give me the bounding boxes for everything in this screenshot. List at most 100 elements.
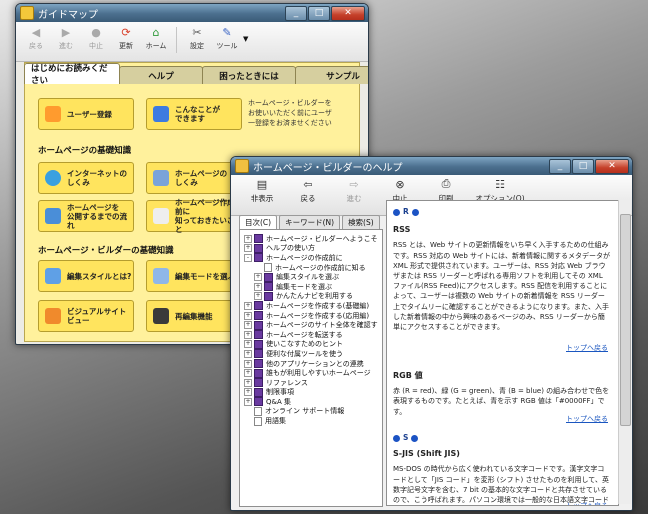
- expand-icon[interactable]: +: [244, 321, 252, 330]
- help-forward-button[interactable]: ⇨ 進む: [335, 177, 373, 215]
- tree-item[interactable]: + ホームページを作成する(応用編): [240, 311, 382, 321]
- tree-item-label: ホームページのサイト全体を確認す: [266, 321, 378, 330]
- minimize-button[interactable]: _: [285, 5, 307, 21]
- guide-map-titlebar[interactable]: ガイドマップ _ □ ✕: [16, 4, 368, 22]
- tools-button[interactable]: ✎ ツール: [213, 25, 241, 51]
- tab-contents[interactable]: 目次(C): [239, 215, 278, 229]
- tree-item[interactable]: + 制限事項: [240, 387, 382, 398]
- settings-button[interactable]: ✂ 設定: [183, 25, 211, 51]
- expand-icon[interactable]: +: [244, 340, 252, 349]
- expand-icon[interactable]: +: [244, 234, 252, 243]
- expand-icon[interactable]: +: [244, 330, 252, 339]
- help-close-button[interactable]: ✕: [595, 158, 629, 174]
- expand-icon[interactable]: +: [254, 292, 262, 301]
- back-to-top-link[interactable]: トップへ戻る: [566, 501, 608, 505]
- scrollbar-thumb[interactable]: [620, 214, 631, 426]
- chevron-down-icon[interactable]: ▼: [243, 35, 248, 43]
- entry-rss: R RSS RSS とは、Web サイトの更新情報をいち早く入手するための仕組み…: [393, 207, 611, 332]
- tree-item-label: 編集スタイルを選ぶ: [276, 273, 339, 282]
- tree-item[interactable]: + 便利な付属ツールを使う: [240, 349, 382, 359]
- re-edit-tile[interactable]: 再編集機能: [146, 300, 242, 332]
- contents-tree: + ホームページ・ビルダーへようこそ + ヘルプの使い方 - ホームページの作成前に ホーム…: [239, 229, 383, 507]
- book-icon: [254, 368, 263, 378]
- internet-basics-tile[interactable]: インターネットの しくみ: [38, 162, 134, 194]
- section-builder-basics: ホームページ・ビルダーの基礎知識: [38, 246, 174, 256]
- tree-item[interactable]: + リファレンス: [240, 378, 382, 388]
- features-icon: [153, 106, 169, 122]
- book-icon: [254, 330, 263, 340]
- tree-item[interactable]: + ヘルプの使い方: [240, 243, 382, 254]
- tab-help[interactable]: ヘルプ: [119, 66, 203, 84]
- expand-icon[interactable]: +: [254, 282, 262, 291]
- tree-item[interactable]: + ホームページを作成する(基礎編): [240, 301, 382, 311]
- letter-heading-s: S: [393, 433, 611, 443]
- close-button[interactable]: ✕: [331, 5, 365, 21]
- hide-button[interactable]: ▤ 非表示: [243, 177, 281, 215]
- expand-icon[interactable]: +: [244, 349, 252, 358]
- homepage-basics-tile[interactable]: ホームページの しくみ: [146, 162, 242, 194]
- help-back-button[interactable]: ⇦ 戻る: [289, 177, 327, 215]
- tab-keyword[interactable]: キーワード(N): [279, 215, 341, 229]
- expand-icon[interactable]: +: [254, 273, 262, 282]
- globe-icon: [45, 170, 61, 186]
- forward-button[interactable]: ▶ 進む: [52, 25, 80, 51]
- tab-sample[interactable]: サンプル: [295, 66, 368, 84]
- edit-style-tile[interactable]: 編集スタイルとは?: [38, 260, 134, 292]
- back-button[interactable]: ◀ 戻る: [22, 25, 50, 51]
- stop-button[interactable]: ● 中止: [82, 25, 110, 51]
- tree-item[interactable]: + 使いこなすためのヒント: [240, 339, 382, 350]
- expand-icon[interactable]: +: [244, 369, 252, 378]
- features-tile[interactable]: こんなことが できます: [146, 98, 242, 130]
- entry-sjis: S S-JIS (Shift JIS) MS-DOS の時代から広く使われている…: [393, 433, 611, 505]
- tree-item[interactable]: + 誰もが利用しやすいホームページ: [240, 368, 382, 378]
- entry-title: RGB 値: [393, 371, 423, 380]
- maximize-button[interactable]: □: [308, 5, 330, 21]
- book-icon: [254, 243, 263, 253]
- back-to-top-link[interactable]: トップへ戻る: [566, 414, 608, 424]
- help-titlebar[interactable]: ホームページ・ビルダーのヘルプ _ □ ✕: [231, 157, 632, 175]
- tree-item[interactable]: ホームページの作成前に知る: [240, 263, 382, 273]
- tree-item[interactable]: 用語集: [240, 416, 382, 426]
- expand-icon[interactable]: +: [244, 244, 252, 253]
- book-icon: [254, 301, 263, 311]
- content-scrollbar[interactable]: [618, 200, 631, 504]
- help-maximize-button[interactable]: □: [572, 158, 594, 174]
- print-icon: ⎙: [441, 177, 451, 190]
- user-registration-tile[interactable]: ユーザー登録: [38, 98, 134, 130]
- tree-item[interactable]: + ホームページのサイト全体を確認す: [240, 320, 382, 330]
- tab-read-first[interactable]: はじめにお読みください: [24, 63, 120, 86]
- registration-icon: [45, 106, 61, 122]
- tree-item[interactable]: + 編集モードを選ぶ: [240, 282, 382, 292]
- tab-troubleshooting[interactable]: 困ったときには: [202, 66, 296, 84]
- tree-item[interactable]: + かんたんナビを利用する: [240, 291, 382, 302]
- expand-icon[interactable]: +: [244, 378, 252, 387]
- tree-item[interactable]: - ホームページの作成前に: [240, 253, 382, 263]
- tree-item[interactable]: + Q&A 集: [240, 397, 382, 407]
- expand-icon[interactable]: +: [244, 397, 252, 406]
- collapse-icon[interactable]: -: [244, 253, 252, 262]
- expand-icon[interactable]: +: [244, 388, 252, 397]
- tree-item-label: オンライン サポート情報: [265, 407, 345, 416]
- refresh-button[interactable]: ⟳ 更新: [112, 25, 140, 51]
- tree-item-label: 誰もが利用しやすいホームページ: [266, 369, 371, 378]
- home-button[interactable]: ⌂ ホーム: [142, 25, 170, 51]
- help-minimize-button[interactable]: _: [549, 158, 571, 174]
- tree-item[interactable]: + 編集スタイルを選ぶ: [240, 272, 382, 282]
- tree-item[interactable]: + ホームページ・ビルダーへようこそ: [240, 234, 382, 244]
- expand-icon[interactable]: +: [244, 311, 252, 320]
- tree-item[interactable]: + 他のアプリケーションとの連携: [240, 359, 382, 369]
- expand-icon[interactable]: +: [244, 301, 252, 310]
- forward-arrow-icon: ▶: [61, 25, 71, 39]
- publish-icon: [45, 208, 61, 224]
- back-to-top-link[interactable]: トップへ戻る: [566, 343, 608, 353]
- options-icon: ☷: [495, 177, 505, 191]
- publish-flow-tile[interactable]: ホームページを 公開するまでの流れ: [38, 200, 134, 232]
- tree-item[interactable]: + ホームページを転送する: [240, 330, 382, 340]
- entry-body: RSS とは、Web サイトの更新情報をいち早く入手するための仕組みです。RSS…: [393, 241, 610, 332]
- visual-site-view-tile[interactable]: ビジュアルサイト ビュー: [38, 300, 134, 332]
- expand-icon[interactable]: +: [244, 359, 252, 368]
- before-creating-tile[interactable]: ホームページ作成前に 知っておきたいこと: [146, 198, 242, 234]
- edit-mode-tile[interactable]: 編集モードを選ぶ: [146, 260, 242, 292]
- tab-search[interactable]: 検索(S): [342, 215, 380, 229]
- tree-item[interactable]: オンライン サポート情報: [240, 406, 382, 417]
